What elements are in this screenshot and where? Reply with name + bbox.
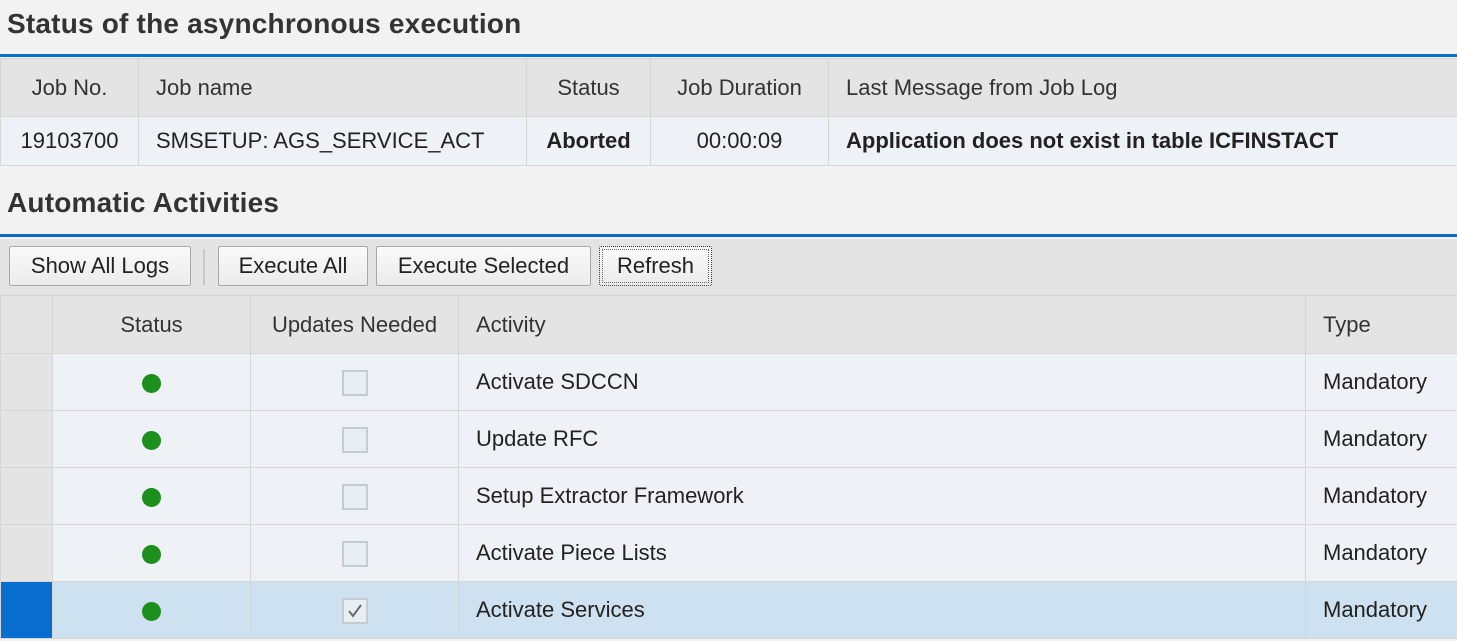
col-job-no[interactable]: Job No. [0, 58, 139, 117]
execute-all-button[interactable]: Execute All [218, 246, 368, 286]
col-type[interactable]: Type [1305, 295, 1457, 354]
activities-section-divider [0, 234, 1457, 237]
job-duration-cell: 00:00:09 [650, 116, 829, 166]
updates-needed-cell [250, 410, 459, 468]
status-section-divider [0, 54, 1457, 57]
updates-needed-checkbox[interactable] [341, 597, 368, 624]
updates-needed-checkbox[interactable] [341, 483, 368, 510]
col-job-duration[interactable]: Job Duration [650, 58, 829, 117]
table-row[interactable]: Activate Services Mandatory [0, 581, 1457, 639]
updates-needed-checkbox[interactable] [341, 540, 368, 567]
col-last-message[interactable]: Last Message from Job Log [828, 58, 1457, 117]
status-cell [52, 524, 251, 582]
table-row[interactable]: Activate Piece Lists Mandatory [0, 524, 1457, 582]
green-status-icon [142, 373, 161, 393]
job-status-cell: Aborted [526, 116, 651, 166]
activity-cell: Setup Extractor Framework [458, 467, 1306, 525]
activity-cell: Activate SDCCN [458, 353, 1306, 411]
type-cell: Mandatory [1305, 581, 1457, 639]
select-all-cell[interactable] [0, 295, 53, 354]
row-selector[interactable] [0, 353, 53, 411]
activities-table: Status Updates Needed Activity Type Acti… [0, 295, 1457, 639]
status-cell [52, 410, 251, 468]
status-section-title: Status of the asynchronous execution [7, 8, 522, 39]
show-all-logs-button[interactable]: Show All Logs [9, 246, 191, 286]
col-job-name[interactable]: Job name [138, 58, 527, 117]
execute-selected-button[interactable]: Execute Selected [376, 246, 591, 286]
green-status-icon [142, 601, 161, 621]
table-row[interactable]: 19103700 SMSETUP: AGS_SERVICE_ACT Aborte… [0, 116, 1457, 166]
activities-toolbar: Show All Logs Execute All Execute Select… [0, 239, 1457, 296]
green-status-icon [142, 544, 161, 564]
job-message-cell: Application does not exist in table ICFI… [828, 116, 1457, 166]
updates-needed-cell [250, 353, 459, 411]
col-updates-needed[interactable]: Updates Needed [250, 295, 459, 354]
row-selector[interactable] [0, 581, 53, 639]
activities-table-header: Status Updates Needed Activity Type [0, 295, 1457, 354]
updates-needed-cell [250, 467, 459, 525]
refresh-button[interactable]: Refresh [599, 246, 712, 286]
table-row[interactable]: Activate SDCCN Mandatory [0, 353, 1457, 411]
col-status[interactable]: Status [52, 295, 251, 354]
row-selector[interactable] [0, 524, 53, 582]
checkmark-icon [347, 604, 362, 618]
row-selector[interactable] [0, 467, 53, 525]
row-selector[interactable] [0, 410, 53, 468]
green-status-icon [142, 430, 161, 450]
job-name-cell: SMSETUP: AGS_SERVICE_ACT [138, 116, 527, 166]
updates-needed-cell [250, 524, 459, 582]
type-cell: Mandatory [1305, 353, 1457, 411]
activity-cell: Update RFC [458, 410, 1306, 468]
job-no-cell: 19103700 [0, 116, 139, 166]
green-status-icon [142, 487, 161, 507]
updates-needed-checkbox[interactable] [341, 426, 368, 453]
type-cell: Mandatory [1305, 467, 1457, 525]
status-cell [52, 467, 251, 525]
toolbar-separator [203, 249, 205, 285]
activity-cell: Activate Services [458, 581, 1306, 639]
table-row[interactable]: Setup Extractor Framework Mandatory [0, 467, 1457, 525]
activities-section-title: Automatic Activities [7, 187, 280, 218]
job-table-header: Job No. Job name Status Job Duration Las… [0, 58, 1457, 117]
type-cell: Mandatory [1305, 410, 1457, 468]
col-activity[interactable]: Activity [458, 295, 1306, 354]
activity-cell: Activate Piece Lists [458, 524, 1306, 582]
type-cell: Mandatory [1305, 524, 1457, 582]
status-cell [52, 581, 251, 639]
table-row[interactable]: Update RFC Mandatory [0, 410, 1457, 468]
col-status[interactable]: Status [526, 58, 651, 117]
status-cell [52, 353, 251, 411]
job-status-table: Job No. Job name Status Job Duration Las… [0, 58, 1457, 166]
updates-needed-checkbox[interactable] [341, 369, 368, 396]
updates-needed-cell [250, 581, 459, 639]
